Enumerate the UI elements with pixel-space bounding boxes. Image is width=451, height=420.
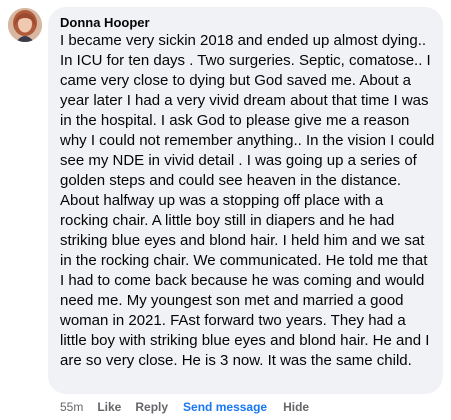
avatar[interactable]: [8, 8, 42, 42]
author-name[interactable]: Donna Hooper: [60, 14, 433, 31]
reply-button[interactable]: Reply: [135, 399, 168, 415]
hide-button[interactable]: Hide: [283, 399, 309, 415]
comment: Donna Hooper I became very sickin 2018 a…: [0, 0, 451, 420]
profile-photo-icon: [8, 8, 42, 42]
comment-bubble: Donna Hooper I became very sickin 2018 a…: [48, 7, 443, 394]
like-button[interactable]: Like: [97, 399, 121, 415]
comment-text: I became very sickin 2018 and ended up a…: [60, 32, 435, 369]
comment-actions: 55m Like Reply Send message Hide: [60, 399, 309, 415]
timestamp[interactable]: 55m: [60, 399, 83, 415]
send-message-button[interactable]: Send message: [183, 399, 267, 415]
